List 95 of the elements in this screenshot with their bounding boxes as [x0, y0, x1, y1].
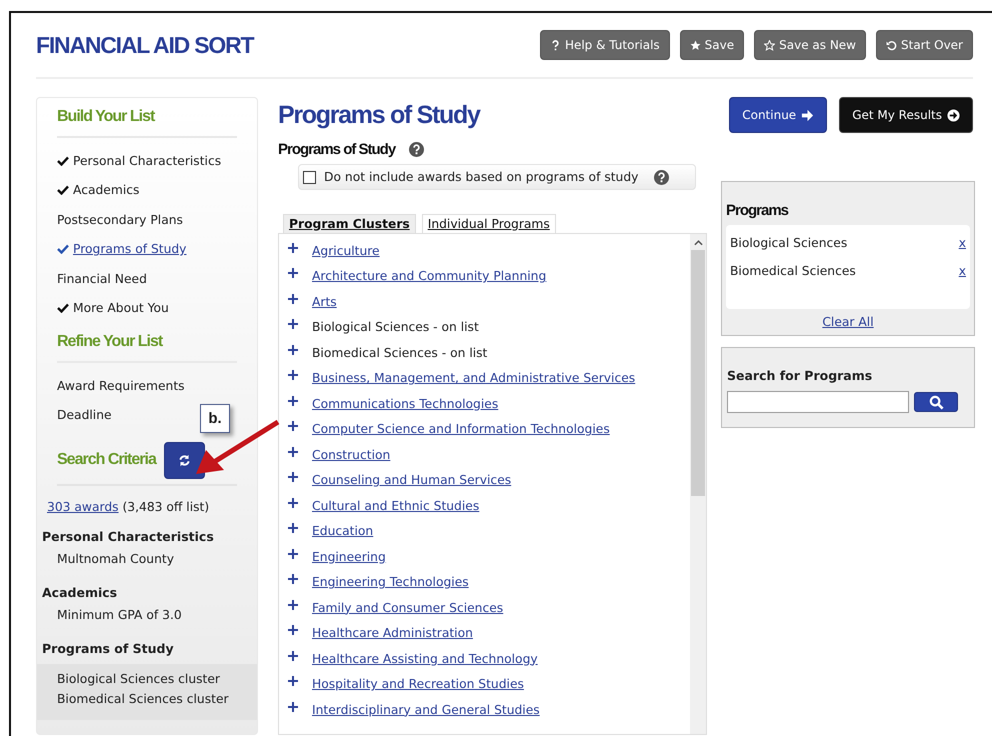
search-icon — [928, 394, 944, 410]
help-icon[interactable] — [409, 142, 424, 157]
nav-link[interactable]: Postsecondary Plans — [57, 212, 183, 227]
cluster-link[interactable]: Architecture and Community Planning — [312, 269, 546, 284]
nav-link[interactable]: Personal Characteristics — [73, 154, 222, 168]
cluster-name: Biological Sciences - on list — [312, 320, 479, 334]
cluster-link[interactable]: Construction — [312, 448, 390, 462]
panel-heading: Programs — [726, 202, 790, 219]
nav-link[interactable]: Financial Need — [57, 272, 147, 286]
plus-icon[interactable] — [288, 319, 298, 330]
page-title: Programs of Study — [278, 101, 480, 130]
callout-label: b. — [200, 404, 230, 433]
section-heading: Search Criteria — [57, 450, 156, 470]
site-title: FINANCIAL AID SORT — [36, 32, 254, 58]
header-button[interactable]: Save as New — [754, 30, 866, 60]
cluster-link[interactable]: Healthcare Administration — [312, 626, 473, 640]
nav-link[interactable]: More About You — [73, 301, 169, 316]
header-button[interactable]: Save — [680, 30, 744, 60]
awards-count: (3,483 off list) — [122, 500, 210, 514]
plus-icon[interactable] — [288, 396, 298, 406]
plus-icon[interactable] — [288, 625, 298, 636]
plus-icon[interactable] — [288, 600, 298, 610]
plus-icon[interactable] — [288, 574, 298, 584]
cluster-link[interactable]: Engineering Technologies — [312, 575, 469, 590]
section-heading: Refine Your List — [57, 331, 237, 363]
star-icon — [690, 40, 701, 50]
program-name: Biological Sciences — [730, 236, 848, 250]
cluster-link[interactable]: Computer Science and Information Technologies — [312, 422, 610, 436]
search-field[interactable] — [727, 391, 909, 413]
cluster-link[interactable]: Healthcare Assisting and Technology — [312, 652, 538, 666]
scroll-up-icon[interactable] — [694, 240, 702, 246]
criteria-heading: Academics — [41, 584, 118, 602]
cluster-link[interactable]: Communications Technologies — [312, 396, 498, 411]
undo-icon — [886, 40, 897, 50]
search-button[interactable] — [914, 392, 958, 412]
cluster-link[interactable]: Hospitality and Recreation Studies — [312, 677, 524, 692]
criteria-item: Biomedical Sciences cluster — [57, 692, 230, 708]
cluster-link[interactable]: Business, Management, and Administrative Services — [312, 371, 636, 386]
arrow-circle-icon — [947, 108, 960, 122]
remove-link[interactable]: x — [958, 236, 966, 250]
criteria-item: Minimum GPA of 3.0 — [57, 608, 183, 624]
program-name: Biomedical Sciences — [730, 264, 856, 278]
plus-icon[interactable] — [288, 548, 298, 559]
plus-icon[interactable] — [288, 421, 298, 432]
tab[interactable]: Program Clusters — [283, 214, 416, 233]
header-button[interactable]: Start Over — [876, 30, 973, 60]
scroll-thumb[interactable] — [691, 250, 705, 496]
plus-icon[interactable] — [288, 268, 298, 278]
nav-link[interactable]: Deadline — [57, 408, 112, 422]
section-heading: Build Your List — [57, 106, 237, 138]
plus-icon[interactable] — [288, 472, 298, 482]
cluster-name: Biomedical Sciences - on list — [312, 346, 488, 360]
plus-icon[interactable] — [288, 294, 298, 304]
scrollbar[interactable] — [690, 234, 706, 734]
header-button[interactable]: Help & Tutorials — [540, 30, 670, 60]
awards-link[interactable]: 303 awards — [47, 500, 119, 514]
cluster-link[interactable]: Arts — [312, 294, 337, 309]
star-outline-icon — [764, 40, 776, 50]
checkbox[interactable] — [303, 170, 316, 184]
nav-link[interactable]: Award Requirements — [57, 378, 185, 393]
cluster-link[interactable]: Counseling and Human Services — [312, 473, 512, 488]
plus-icon[interactable] — [288, 446, 298, 457]
plus-icon[interactable] — [288, 344, 298, 355]
question-icon — [550, 40, 561, 50]
plus-icon[interactable] — [288, 650, 298, 661]
plus-icon[interactable] — [288, 498, 298, 508]
criteria-item: Biological Sciences cluster — [57, 672, 221, 688]
cluster-link[interactable]: Interdisciplinary and General Studies — [312, 702, 540, 717]
refresh-button[interactable] — [164, 442, 205, 478]
panel-heading: Search for Programs — [727, 368, 874, 383]
cluster-link[interactable]: Agriculture — [312, 244, 380, 258]
cluster-link[interactable]: Family and Consumer Sciences — [312, 600, 504, 615]
checkbox-label: Do not include awards based on programs of study — [324, 170, 638, 184]
plus-icon[interactable] — [288, 702, 298, 712]
nav-link[interactable]: Programs of Study — [73, 242, 186, 256]
remove-link[interactable]: x — [958, 264, 966, 278]
clear-all-link[interactable]: Clear All — [822, 315, 874, 329]
criteria-heading: Programs of Study — [41, 640, 175, 658]
cluster-link[interactable]: Cultural and Ethnic Studies — [312, 498, 480, 513]
arrow-right-icon — [801, 108, 814, 122]
section-heading: Programs of Study — [278, 141, 396, 158]
cluster-link[interactable]: Engineering — [312, 550, 386, 564]
help-icon[interactable] — [654, 170, 670, 184]
criteria-item: Multnomah County — [57, 552, 175, 568]
cluster-link[interactable]: Education — [312, 524, 374, 538]
tab[interactable]: Individual Programs — [422, 214, 556, 233]
criteria-heading: Personal Characteristics — [41, 528, 215, 546]
plus-icon[interactable] — [288, 370, 298, 380]
nav-link[interactable]: Academics — [73, 183, 140, 198]
results-button[interactable]: Get My Results — [839, 97, 973, 133]
continue-button[interactable]: Continue — [729, 97, 828, 133]
plus-icon[interactable] — [288, 242, 298, 253]
plus-icon[interactable] — [288, 676, 298, 686]
refresh-icon — [178, 454, 191, 466]
plus-icon[interactable] — [288, 523, 298, 534]
